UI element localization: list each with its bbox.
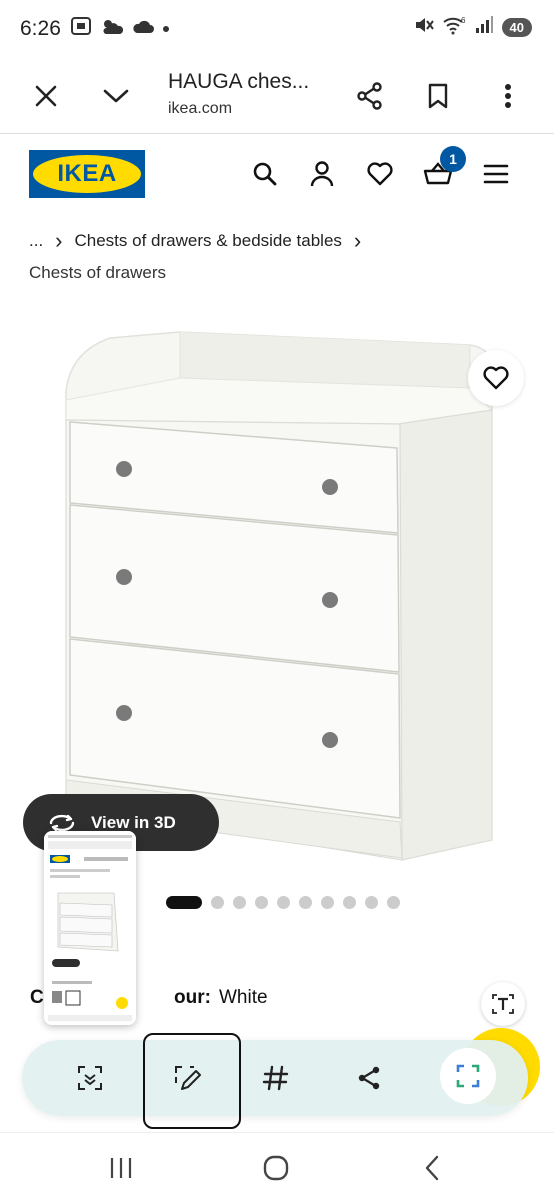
page-url: ikea.com xyxy=(168,100,233,117)
wishlist-button[interactable] xyxy=(362,156,398,192)
colour-value: White xyxy=(219,987,268,1008)
status-bar: 6:26 6 40 xyxy=(0,0,554,58)
carousel-dot-active[interactable] xyxy=(166,896,202,909)
chevron-down-icon xyxy=(103,89,129,103)
view-in-3d-label: View in 3D xyxy=(91,812,176,832)
status-right: 6 40 xyxy=(414,15,532,40)
weather-icon xyxy=(100,16,124,41)
scan-text-button[interactable] xyxy=(66,1054,114,1102)
cloud-icon xyxy=(132,18,154,39)
site-header: IKEA xyxy=(0,134,554,218)
product-wishlist-button[interactable] xyxy=(468,350,524,406)
ikea-logo[interactable]: IKEA xyxy=(29,150,145,198)
carousel-dot[interactable] xyxy=(255,896,268,909)
expand-capture-button[interactable] xyxy=(440,1048,496,1104)
hamburger-menu-icon xyxy=(483,164,509,184)
hashtag-icon xyxy=(262,1065,289,1091)
bookmark-button[interactable] xyxy=(418,76,458,116)
breadcrumb-ellipsis[interactable]: ... xyxy=(29,231,43,251)
more-options-button[interactable] xyxy=(488,76,528,116)
carousel-dot[interactable] xyxy=(343,896,356,909)
extract-text-button[interactable] xyxy=(481,982,525,1026)
share-icon xyxy=(357,82,382,110)
close-icon xyxy=(35,85,57,107)
screenshot-miniature xyxy=(44,831,136,1025)
carousel-dot[interactable] xyxy=(321,896,334,909)
breadcrumb-parent-link[interactable]: Chests of drawers & bedside tables xyxy=(75,231,342,251)
bookmark-icon xyxy=(428,83,448,109)
colour-label: our: xyxy=(174,987,211,1008)
page-title: HAUGA ches... xyxy=(168,70,310,93)
carousel-dot[interactable] xyxy=(277,896,290,909)
battery-indicator: 40 xyxy=(501,18,532,37)
menu-button[interactable] xyxy=(478,156,514,192)
logo-oval: IKEA xyxy=(33,155,141,193)
share-screenshot-button[interactable] xyxy=(345,1054,393,1102)
breadcrumb-current[interactable]: Chests of drawers xyxy=(29,263,166,283)
carousel-indicator xyxy=(166,896,400,909)
search-icon xyxy=(253,162,277,186)
back-icon xyxy=(425,1155,439,1181)
text-extract-icon xyxy=(492,994,514,1014)
logo-text: IKEA xyxy=(57,160,117,187)
status-left-icons xyxy=(70,16,170,41)
share-icon xyxy=(358,1066,380,1090)
mute-icon xyxy=(414,15,434,40)
status-time: 6:26 xyxy=(20,17,61,40)
share-page-button[interactable] xyxy=(350,76,390,116)
wifi-icon: 6 xyxy=(442,15,466,40)
cart-count-badge: 1 xyxy=(440,146,466,172)
carousel-dot[interactable] xyxy=(387,896,400,909)
heart-icon xyxy=(483,366,509,390)
home-icon xyxy=(263,1155,289,1181)
carousel-dot[interactable] xyxy=(233,896,246,909)
carousel-dot[interactable] xyxy=(211,896,224,909)
heart-icon xyxy=(367,162,393,186)
breadcrumb-separator: › xyxy=(55,228,63,253)
search-button[interactable] xyxy=(247,156,283,192)
user-icon xyxy=(310,161,334,187)
more-vertical-icon xyxy=(505,84,511,108)
selected-tool-highlight xyxy=(143,1033,241,1129)
system-navigation-bar xyxy=(0,1132,554,1200)
notification-dot-icon xyxy=(162,20,170,38)
breadcrumb-separator: › xyxy=(353,228,362,253)
breadcrumb: ... › Chests of drawers & bedside tables… xyxy=(29,228,361,254)
scan-text-icon xyxy=(78,1066,102,1090)
close-tab-button[interactable] xyxy=(26,76,66,116)
screenshot-icon xyxy=(70,16,92,41)
svg-text:6: 6 xyxy=(461,16,466,25)
recent-apps-button[interactable] xyxy=(101,1151,141,1185)
browser-toolbar: HAUGA ches... ikea.com xyxy=(0,58,554,134)
back-button[interactable] xyxy=(412,1151,452,1185)
expand-icon xyxy=(456,1064,480,1088)
recent-apps-icon xyxy=(110,1158,132,1178)
colour-label-prefix: C xyxy=(30,987,44,1008)
signal-icon xyxy=(474,15,494,40)
screenshot-preview-thumbnail[interactable] xyxy=(44,831,136,1025)
carousel-dot[interactable] xyxy=(299,896,312,909)
carousel-dot[interactable] xyxy=(365,896,378,909)
home-button[interactable] xyxy=(256,1151,296,1185)
account-button[interactable] xyxy=(304,156,340,192)
minimize-tab-button[interactable] xyxy=(96,76,136,116)
tag-button[interactable] xyxy=(252,1054,300,1102)
